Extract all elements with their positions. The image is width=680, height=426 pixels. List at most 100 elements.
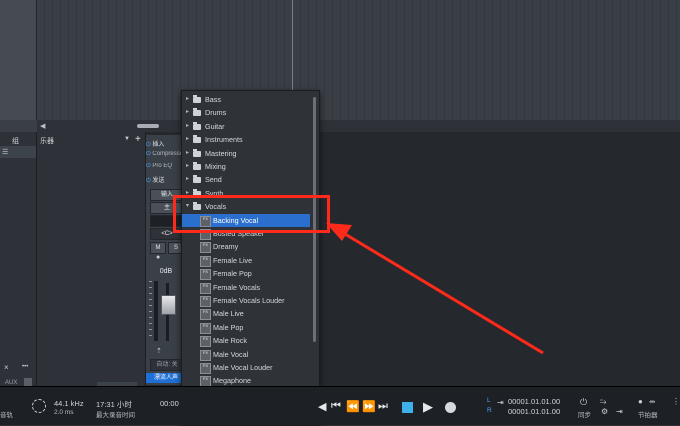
caret-right-icon[interactable]: ▸ <box>186 133 189 146</box>
folder-drums[interactable]: ▸ Drums <box>182 106 310 119</box>
cpu-meter-icon[interactable] <box>32 399 46 413</box>
preset-item[interactable]: FX Female Vocals Louder <box>182 294 310 307</box>
annotation-arrow-line <box>339 229 544 355</box>
arrange-timeline[interactable] <box>37 0 680 120</box>
fast-forward-icon[interactable]: ⏩ <box>362 400 376 413</box>
sync-label: 同步 <box>578 412 591 419</box>
sync-icon[interactable]: ⏻ <box>580 397 587 408</box>
tracks-label: 音轨 <box>0 412 13 419</box>
preset-item[interactable]: FX Male Vocal Louder <box>182 361 310 374</box>
scroll-thumb[interactable] <box>137 124 159 128</box>
fx-preset-icon: FX <box>200 363 211 374</box>
preset-item[interactable]: FX Female Vocals <box>182 281 310 294</box>
play-icon[interactable]: ▶ <box>423 399 433 415</box>
folder-bass[interactable]: ▸ Bass <box>182 93 310 106</box>
fx-preset-icon: FX <box>200 282 211 294</box>
grid-view-icon[interactable] <box>24 378 32 386</box>
fx-preset-icon: FX <box>200 336 211 348</box>
folder-label: Instruments <box>205 135 243 145</box>
preset-item[interactable]: FX Dreamy <box>182 240 310 254</box>
punch-icon[interactable]: ⥲ <box>600 397 606 407</box>
sends-label: 发送 <box>152 178 165 184</box>
caret-right-icon[interactable]: ▸ <box>186 93 189 106</box>
preset-item[interactable]: FX Female Live <box>182 254 310 267</box>
sends-header[interactable]: ⏻ 发送 <box>146 175 186 185</box>
caret-right-icon[interactable]: ▸ <box>186 160 189 173</box>
scroll-left-icon[interactable]: ◀ <box>40 122 45 130</box>
preset-item[interactable]: FX Female Pop <box>182 267 310 281</box>
locator-icon[interactable]: ⇥ <box>497 398 504 407</box>
folder-mixing[interactable]: ▸ Mixing <box>182 160 310 173</box>
instrument-panel-header: 乐器 <box>40 138 54 145</box>
precount-icon[interactable]: ⇥ <box>616 407 623 416</box>
caret-right-icon[interactable]: ▸ <box>186 147 189 160</box>
caret-right-icon[interactable]: ▸ <box>186 173 189 186</box>
channel-strip: ⏻ 插入 ⏻ Compressor ⏻ Pro EQ ⏻ 发送 输入 主 <C>… <box>146 135 186 385</box>
stop-button[interactable] <box>402 402 413 413</box>
insert-2-label: Pro EQ <box>152 163 173 169</box>
preset-item[interactable]: FX Male Vocal <box>182 348 310 361</box>
power-icon[interactable]: ⏻ <box>146 151 151 157</box>
power-icon[interactable]: ⏻ <box>146 142 151 148</box>
fx-preset-icon: FX <box>200 296 211 307</box>
record-button[interactable] <box>445 402 456 413</box>
locator-right-value[interactable]: 00001.01.01.00 <box>508 407 560 416</box>
folder-label: Mixing <box>205 162 226 171</box>
inserts-header[interactable]: ⏻ 插入 <box>146 139 186 149</box>
caret-right-icon[interactable]: ▸ <box>186 106 189 119</box>
loop-icon[interactable]: ◀ <box>318 400 326 413</box>
folder-icon <box>193 148 201 157</box>
locator-left-value[interactable]: 00001.01.01.00 <box>508 397 560 406</box>
add-instrument-button[interactable]: + <box>135 134 141 145</box>
record-arm-icon[interactable]: ● <box>156 254 160 261</box>
folder-label: Send <box>205 175 222 185</box>
folder-icon <box>193 162 201 170</box>
sample-rate: 44.1 kHz <box>54 399 84 408</box>
inserts-label: 插入 <box>152 142 165 148</box>
folder-label: Drums <box>205 108 227 118</box>
folder-icon <box>193 95 201 103</box>
goto-end-icon[interactable]: ⏭ <box>378 400 388 413</box>
preset-label: Dreamy <box>213 242 239 252</box>
settings-gear-icon[interactable]: ⚙ <box>601 407 608 416</box>
tempo-icon[interactable]: ⥈ <box>649 397 655 407</box>
folder-mastering[interactable]: ▸ Mastering <box>182 147 310 160</box>
power-icon[interactable]: ⏻ <box>146 163 151 169</box>
automation-mode[interactable]: 自动: 关 <box>150 359 184 371</box>
preset-label: Female Pop <box>213 269 252 279</box>
overflow-icon[interactable]: ⋮ <box>672 397 680 406</box>
folder-guitar[interactable]: ▸ Guitar <box>182 120 310 133</box>
fx-preset-icon: FX <box>200 242 211 254</box>
volume-fader-handle[interactable] <box>161 295 176 315</box>
arrange-horizontal-scrollbar[interactable]: ◀ ▶ <box>37 120 680 132</box>
close-panel-icon[interactable]: × <box>4 363 9 372</box>
preset-item[interactable]: FX Male Live <box>182 307 310 321</box>
level-meter <box>154 281 158 341</box>
power-icon[interactable]: ⏻ <box>146 178 151 184</box>
more-options-icon[interactable]: ••• <box>22 364 28 370</box>
insert-slot-1[interactable]: ⏻ Compressor <box>146 151 186 161</box>
fx-preset-icon: FX <box>200 309 211 321</box>
preset-item[interactable]: FX Male Pop <box>182 321 310 334</box>
folder-send[interactable]: ▸ Send <box>182 173 310 186</box>
folder-icon <box>193 175 201 184</box>
caret-right-icon[interactable]: ▸ <box>186 120 189 133</box>
time-display[interactable]: 00:00 <box>160 399 179 408</box>
rewind-icon[interactable]: ⏪ <box>346 400 360 413</box>
rewind-to-start-icon[interactable]: ⏮ <box>331 400 341 413</box>
dropdown-arrow-icon[interactable]: ▼ <box>124 136 130 142</box>
list-icon: ☰ <box>2 149 9 156</box>
volume-readout: 0dB <box>159 268 173 275</box>
channel-name-label[interactable]: 漂流人声 <box>146 373 186 383</box>
insert-slot-2[interactable]: ⏻ Pro EQ <box>146 163 186 173</box>
annotation-highlight-box <box>173 195 330 233</box>
preset-item[interactable]: FX Male Rock <box>182 334 310 348</box>
track-header-column[interactable] <box>0 0 37 120</box>
mute-button[interactable]: M <box>150 242 166 254</box>
folder-instruments[interactable]: ▸ Instruments <box>182 133 310 146</box>
fx-preset-icon: FX <box>200 349 211 361</box>
up-arrow-icon[interactable]: ⇡ <box>156 347 162 355</box>
annotation-arrow <box>326 223 544 355</box>
metronome-click-icon[interactable]: ● <box>638 397 643 406</box>
folder-icon <box>193 108 201 117</box>
